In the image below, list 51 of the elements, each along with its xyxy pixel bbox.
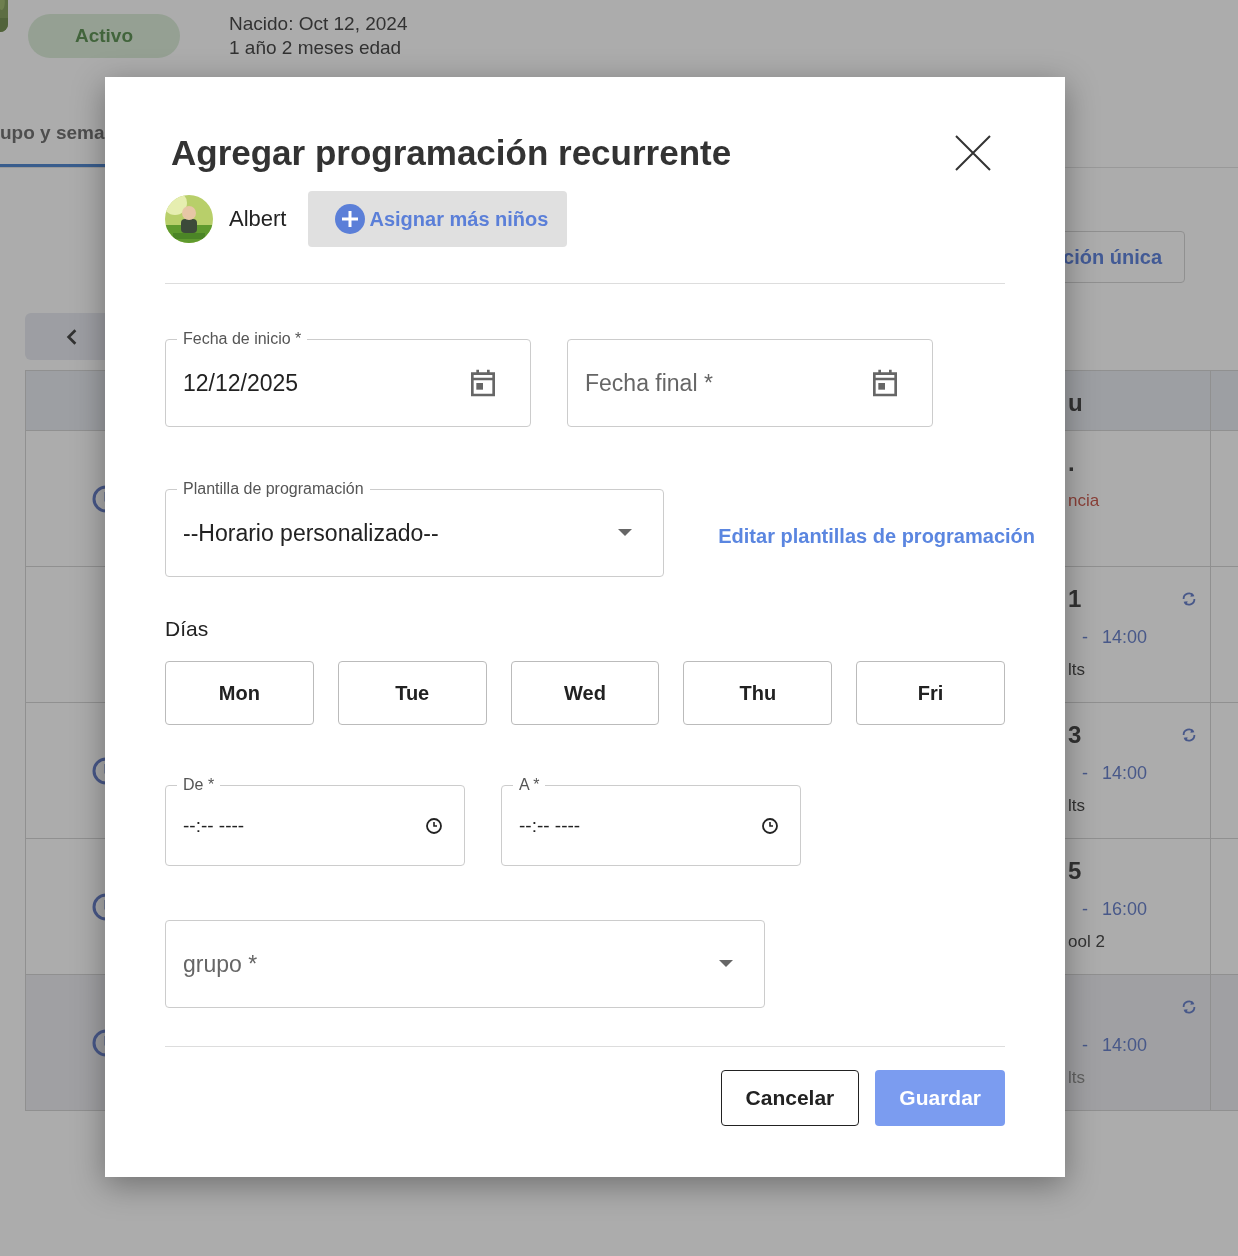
dropdown-caret-icon [618, 529, 632, 537]
day-number: 1 [1068, 585, 1082, 613]
time-separator: - [1082, 1035, 1088, 1056]
column-header: u [1068, 389, 1084, 417]
close-button[interactable] [955, 135, 991, 171]
child-name: Albert [229, 206, 287, 232]
absence-note: ncia [1068, 491, 1101, 511]
day-toggle[interactable]: Tue [337, 661, 487, 725]
group-select[interactable]: grupo * [165, 910, 765, 1008]
end-time: 14:00 [1102, 1035, 1148, 1056]
time-separator: - [1082, 627, 1088, 648]
field-placeholder: grupo * [183, 950, 258, 978]
dropdown-caret-icon [719, 960, 733, 968]
edit-templates-link[interactable]: Editar plantillas de programación [718, 524, 1035, 548]
group-name: lts [1068, 796, 1086, 816]
field-value: --:-- ---- [183, 814, 245, 837]
field-label: Plantilla de programación [177, 479, 370, 499]
day-toggle[interactable]: Mon [165, 661, 314, 725]
date-field[interactable]: Fecha de inicio * 12/12/2025 [165, 329, 531, 427]
close-icon [955, 135, 991, 171]
template-select[interactable]: Plantilla de programación --Horario personalizado-- [165, 479, 664, 577]
plus-icon [335, 204, 366, 234]
status-badge: Activo [28, 14, 180, 58]
group-name: lts [1068, 1068, 1086, 1088]
field-value: --:-- ---- [519, 814, 581, 837]
time-field[interactable]: De * --:-- ---- [165, 775, 465, 866]
group-name: lts [1068, 660, 1086, 680]
field-value: 12/12/2025 [183, 369, 299, 397]
day-toggle[interactable]: Fri [856, 661, 1005, 725]
day-number: 5 [1068, 857, 1082, 885]
birth-date: Nacido: Oct 12, 2024 [229, 12, 408, 36]
field-value: --Horario personalizado-- [183, 519, 439, 547]
time-field[interactable]: A * --:-- ---- [501, 775, 801, 866]
cancel-button[interactable]: Cancelar [720, 1070, 860, 1126]
day-number: . [1068, 449, 1075, 477]
end-time: 14:00 [1102, 627, 1148, 648]
day-number: 3 [1068, 721, 1082, 749]
time-separator: - [1082, 899, 1088, 920]
time-separator: - [1082, 763, 1088, 784]
date-field[interactable]: Fecha final * [567, 329, 933, 427]
clock-icon[interactable] [425, 816, 443, 835]
group-name: ool 2 [1068, 932, 1106, 952]
field-placeholder: Fecha final * [585, 369, 713, 397]
day-toggle[interactable]: Wed [510, 661, 660, 725]
age-text: 1 año 2 meses edad [229, 36, 403, 60]
days-label: Días [165, 617, 210, 641]
end-time: 16:00 [1102, 899, 1148, 920]
dialog-title: Agregar programación recurrente [171, 133, 732, 173]
end-time: 14:00 [1102, 763, 1148, 784]
clock-icon[interactable] [761, 816, 779, 835]
day-toggle[interactable]: Thu [683, 661, 833, 725]
